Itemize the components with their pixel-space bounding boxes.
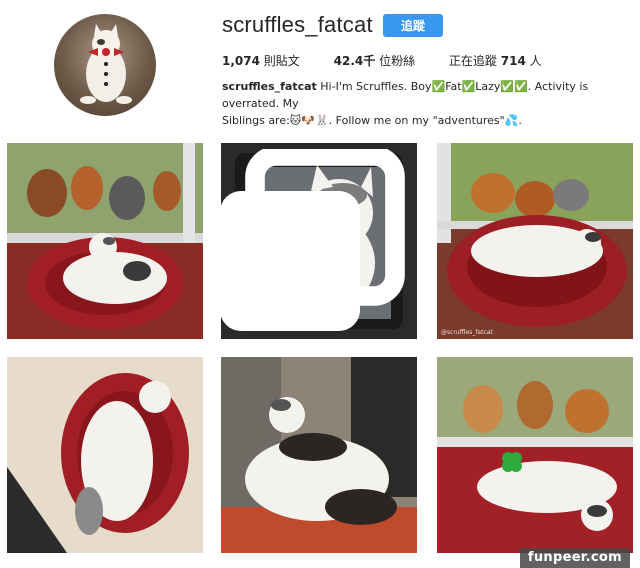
cat-avatar-image — [80, 24, 132, 104]
post-image-3 — [437, 143, 633, 339]
profile-stats: 1,074 則貼文 42.4千 位粉絲 正在追蹤 714 人 — [222, 52, 572, 69]
post-tile-2[interactable] — [221, 143, 417, 339]
profile-bio: scruffles_fatcat Hi-I'm Scruffles. Boy✅F… — [222, 78, 622, 129]
posts-count: 1,074 — [222, 54, 260, 68]
posts-label: 則貼文 — [263, 54, 300, 68]
post-caption-3: @scruffles_fatcat — [441, 329, 493, 336]
post-image-4 — [7, 357, 203, 553]
post-tile-1[interactable] — [7, 143, 203, 339]
post-tile-3[interactable]: @scruffles_fatcat — [437, 143, 633, 339]
bio-name: scruffles_fatcat — [222, 80, 317, 93]
following-unit: 人 — [529, 54, 542, 68]
post-image-5 — [221, 357, 417, 553]
post-tile-6[interactable] — [437, 357, 633, 553]
post-image-1 — [7, 143, 203, 339]
followers-stat[interactable]: 42.4千 位粉絲 — [334, 52, 415, 69]
posts-stat: 1,074 則貼文 — [222, 52, 300, 69]
site-watermark: funpeer.com — [519, 548, 630, 568]
following-stat[interactable]: 正在追蹤 714 人 — [449, 52, 542, 69]
following-count: 714 — [500, 54, 526, 68]
bio-line-1: scruffles_fatcat Hi-I'm Scruffles. Boy✅F… — [222, 78, 622, 112]
following-label: 正在追蹤 — [448, 54, 497, 68]
post-tile-4[interactable] — [7, 357, 203, 553]
profile-avatar[interactable] — [54, 14, 156, 116]
post-image-6 — [437, 357, 633, 553]
clover-icon — [502, 452, 522, 472]
follow-button[interactable]: 追蹤 — [383, 14, 443, 37]
post-tile-5[interactable] — [221, 357, 417, 553]
followers-label: 位粉絲 — [379, 54, 416, 68]
bio-text-2: Siblings are:🐱🐶🐰. Follow me on my "adven… — [222, 114, 522, 127]
gallery-icon — [221, 149, 405, 331]
profile-username: scruffles_fatcat — [222, 12, 373, 37]
followers-count: 42.4千 — [333, 54, 376, 68]
